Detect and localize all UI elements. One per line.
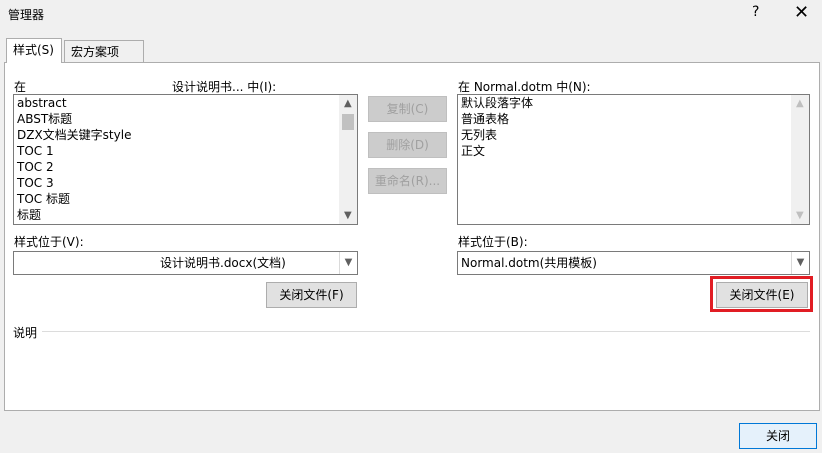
tab-macro-items[interactable]: 宏方案项(M) — [64, 40, 144, 81]
close-button[interactable]: 关闭 — [739, 423, 817, 449]
left-close-file-button[interactable]: 关闭文件(F) — [266, 282, 357, 308]
chevron-down-icon[interactable]: ▼ — [344, 210, 352, 221]
left-list-item[interactable]: abstract — [14, 95, 357, 111]
left-list-item[interactable]: TOC 1 — [14, 143, 357, 159]
right-close-file-button[interactable]: 关闭文件(E) — [716, 282, 808, 308]
help-button[interactable]: ? — [752, 4, 759, 20]
left-document-label: 设计说明书... 中(I): — [172, 80, 277, 94]
right-style-list[interactable]: 默认段落字体 普通表格 无列表 正文 ▲ ▼ — [457, 94, 810, 225]
left-styles-in-select[interactable]: 设计说明书.docx(文档) ▼ — [13, 251, 358, 275]
chevron-down-icon[interactable]: ▼ — [791, 252, 809, 274]
left-in-label: 在 — [14, 80, 27, 94]
left-list-item[interactable]: 标题 — [14, 207, 357, 223]
right-styles-in-value: Normal.dotm(共用模板) — [461, 256, 597, 270]
copy-button[interactable]: 复制(C) — [368, 96, 447, 122]
chevron-down-icon[interactable]: ▼ — [796, 210, 804, 221]
left-list-item[interactable]: TOC 2 — [14, 159, 357, 175]
left-list-item[interactable]: TOC 标题 — [14, 191, 357, 207]
window-title: 管理器 — [8, 8, 45, 22]
chevron-up-icon[interactable]: ▲ — [344, 98, 352, 109]
chevron-down-icon[interactable]: ▼ — [339, 252, 357, 274]
right-in-label: 在 Normal.dotm 中(N): — [458, 80, 591, 94]
scroll-thumb[interactable] — [342, 114, 354, 130]
left-styles-in-label: 样式位于(V): — [14, 235, 84, 249]
chevron-up-icon[interactable]: ▲ — [796, 98, 804, 109]
left-style-list[interactable]: abstract ABST标题 DZX文档关键字style TOC 1 TOC 2 TOC… — [13, 94, 358, 225]
left-list-scrollbar[interactable]: ▲ ▼ — [339, 95, 357, 224]
right-list-item[interactable]: 正文 — [458, 143, 809, 159]
left-styles-in-value: 设计说明书.docx(文档) — [160, 256, 286, 270]
right-list-scrollbar[interactable]: ▲ ▼ — [791, 95, 809, 224]
right-list-item[interactable]: 无列表 — [458, 127, 809, 143]
close-window-button[interactable]: ✕ — [794, 2, 809, 23]
left-list-item[interactable]: TOC 3 — [14, 175, 357, 191]
tab-styles[interactable]: 样式(S) — [6, 38, 62, 63]
left-list-item[interactable]: DZX文档关键字style — [14, 127, 357, 143]
right-list-item[interactable]: 默认段落字体 — [458, 95, 809, 111]
description-label: 说明 — [13, 326, 38, 340]
delete-button[interactable]: 删除(D) — [368, 132, 447, 158]
rename-button[interactable]: 重命名(R)... — [368, 168, 447, 194]
left-list-item[interactable]: ABST标题 — [14, 111, 357, 127]
description-divider — [42, 331, 810, 332]
right-styles-in-select[interactable]: Normal.dotm(共用模板) ▼ — [457, 251, 810, 275]
right-list-item[interactable]: 普通表格 — [458, 111, 809, 127]
right-styles-in-label: 样式位于(B): — [458, 235, 528, 249]
